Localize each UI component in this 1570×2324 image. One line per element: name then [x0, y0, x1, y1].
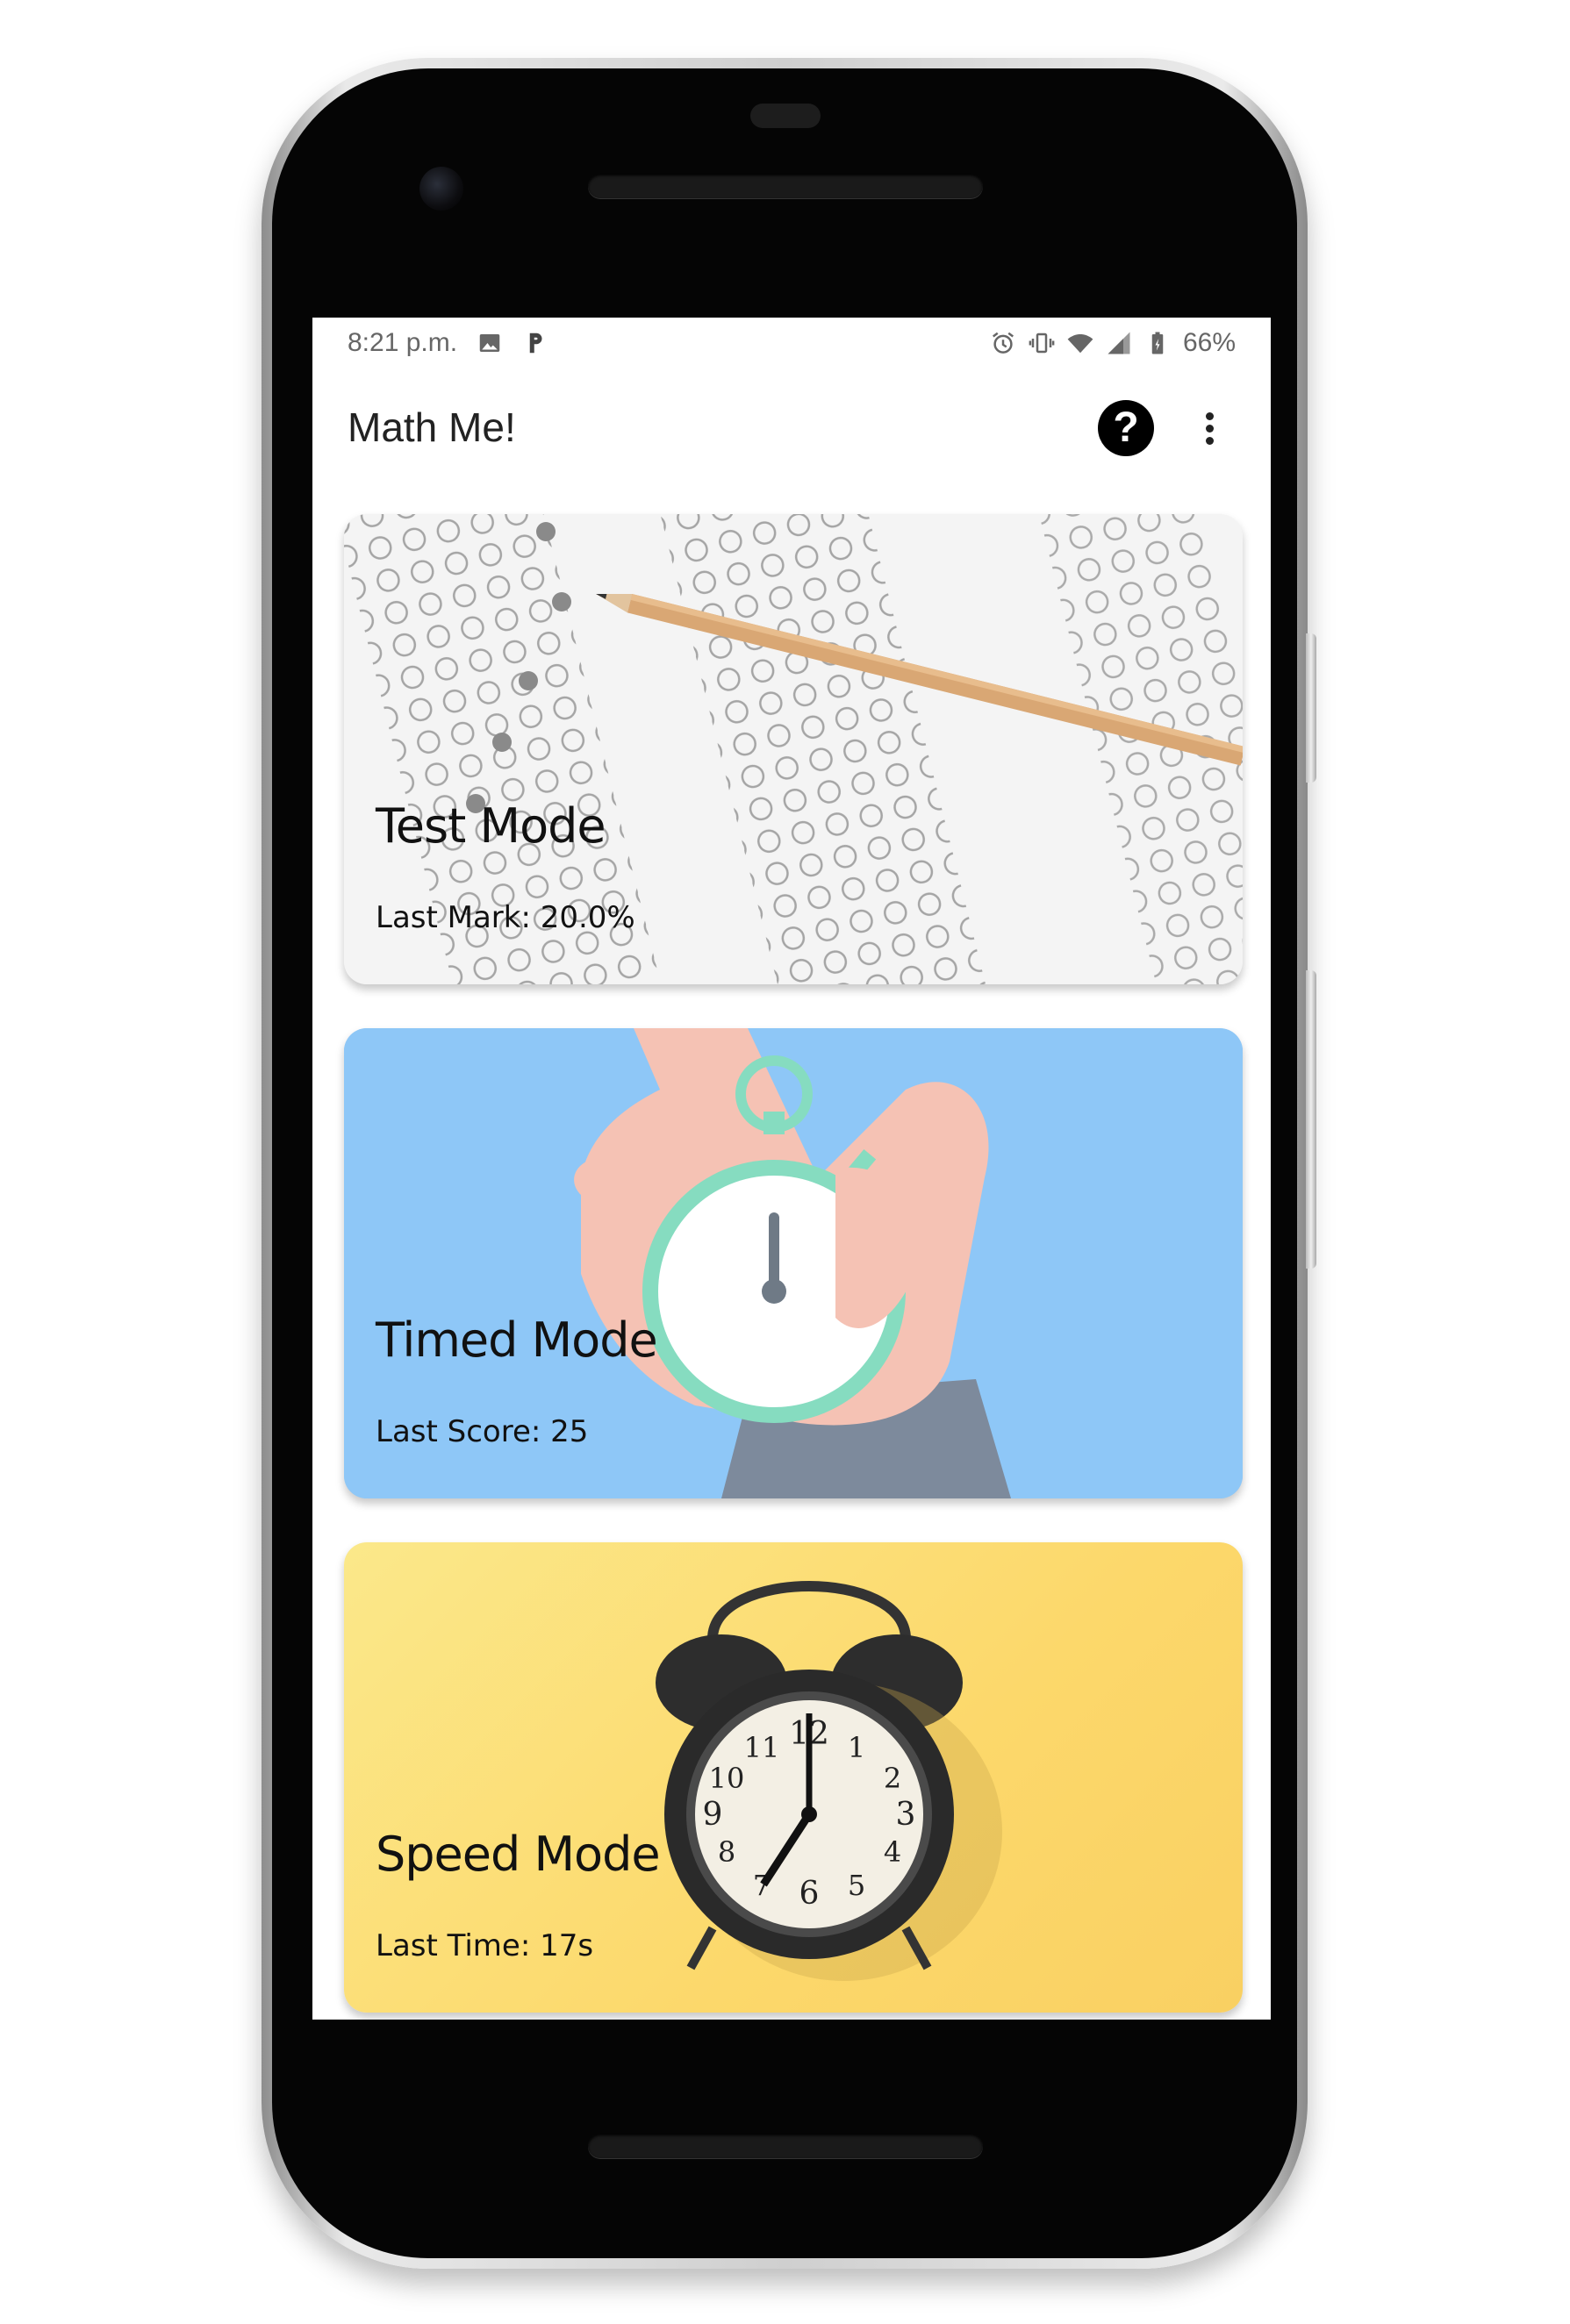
- speed-mode-card[interactable]: 12 3 6 9 1 2 4 5 7 8 10 11 Speed Mode La…: [344, 1542, 1243, 2013]
- svg-text:9: 9: [703, 1797, 723, 1833]
- earpiece: [750, 104, 821, 128]
- top-speaker-grille: [588, 174, 983, 198]
- svg-text:5: 5: [848, 1869, 865, 1902]
- card-title: Speed Mode: [376, 1827, 661, 1882]
- svg-text:3: 3: [896, 1797, 916, 1833]
- svg-text:6: 6: [799, 1876, 820, 1912]
- status-time: 8:21 p.m.: [348, 328, 458, 357]
- volume-button: [1306, 970, 1316, 1269]
- svg-text:2: 2: [884, 1762, 901, 1795]
- svg-text:11: 11: [744, 1731, 780, 1764]
- vibrate-icon: [1029, 333, 1055, 354]
- dot: [1206, 425, 1214, 433]
- app-bar: Math Me! ?: [312, 374, 1271, 477]
- card-title: Test Mode: [376, 798, 606, 854]
- app-screen: 8:21 p.m. 66% Math Me! ? Test Mode Last …: [312, 318, 1271, 2020]
- battery-percentage: 66%: [1182, 328, 1236, 357]
- wifi-icon: [1067, 334, 1093, 354]
- card-title: Timed Mode: [376, 1312, 658, 1368]
- alarm-icon: [992, 332, 1014, 354]
- signal-icon: [1108, 332, 1130, 354]
- test-mode-card[interactable]: Test Mode Last Mark: 20.0%: [344, 514, 1243, 984]
- card-subtitle: Last Mark: 20.0%: [376, 900, 635, 935]
- battery-icon: [1151, 332, 1164, 354]
- bottom-speaker-grille: [588, 2134, 983, 2158]
- status-right: 66%: [990, 328, 1236, 358]
- power-button: [1306, 633, 1316, 783]
- dot: [1206, 412, 1214, 420]
- dot: [1206, 437, 1214, 445]
- card-subtitle: Last Score: 25: [376, 1414, 589, 1449]
- help-icon[interactable]: ?: [1098, 400, 1154, 456]
- app-title: Math Me!: [348, 404, 516, 450]
- front-camera-icon: [419, 167, 463, 211]
- image-icon: [479, 334, 500, 352]
- svg-text:8: 8: [718, 1835, 735, 1869]
- status-bar: 8:21 p.m. 66%: [312, 318, 1271, 374]
- svg-text:4: 4: [884, 1835, 901, 1869]
- p-app-icon: [529, 333, 542, 354]
- card-subtitle: Last Time: 17s: [376, 1928, 594, 1963]
- more-vert-icon[interactable]: [1190, 400, 1229, 456]
- status-left: 8:21 p.m.: [348, 328, 548, 358]
- svg-text:10: 10: [709, 1762, 745, 1795]
- timed-mode-card[interactable]: Timed Mode Last Score: 25: [344, 1028, 1243, 1498]
- svg-text:1: 1: [848, 1731, 865, 1764]
